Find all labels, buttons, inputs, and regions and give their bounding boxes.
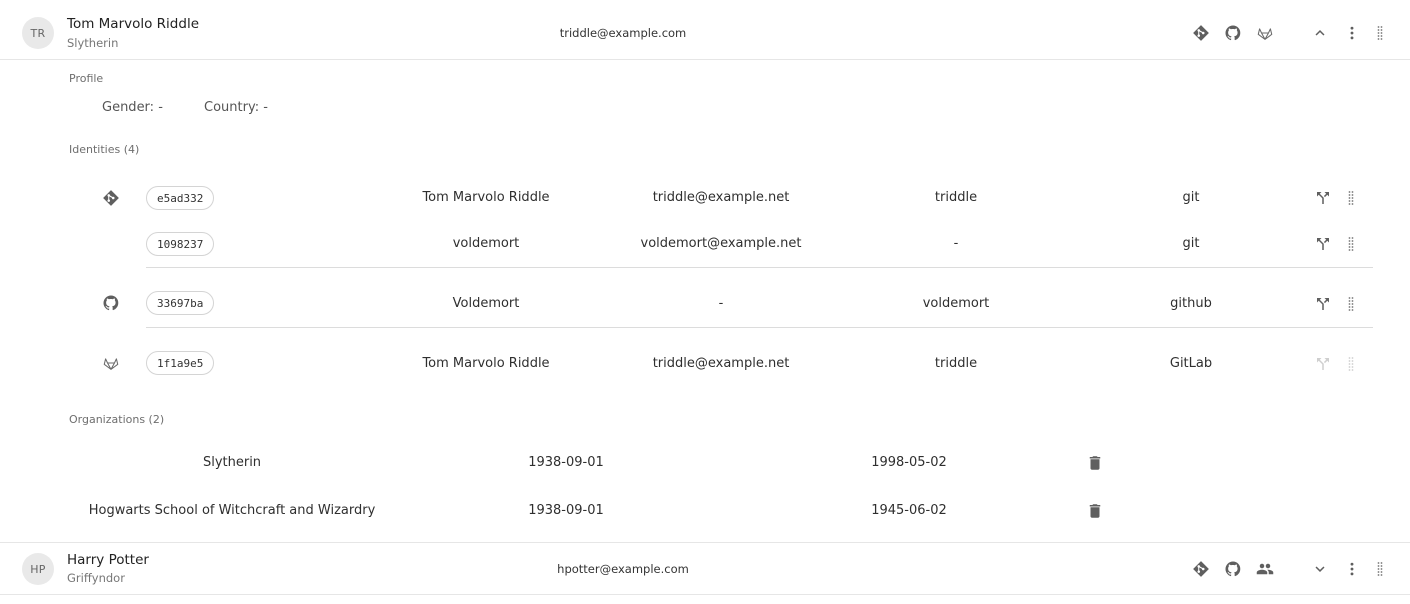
enrollment-end-date: 1945-06-02 [871,503,947,518]
identity-group-divider [146,327,1373,328]
chevron-down-icon[interactable] [1311,560,1329,578]
identity-uuid-chip: 1098237 [146,232,215,256]
individual-enrollment: Griffyndor [67,571,125,585]
identity-username: voldemort [922,296,990,311]
individual-name: Tom Marvolo Riddle [67,16,200,32]
split-icon[interactable] [1314,189,1332,207]
gitlab-icon [102,354,120,372]
individual-row-header[interactable]: TR Tom Marvolo Riddle Slytherin triddle@… [0,0,1410,58]
organization-name: Slytherin [202,455,262,470]
identity-email: - [718,296,724,311]
github-icon [1224,560,1242,578]
profile-country: Country: - [204,100,268,115]
drag-handle-icon[interactable] [1342,235,1360,253]
more-vert-icon[interactable] [1343,560,1361,578]
identity-uuid-chip: 33697ba [146,291,215,315]
identity-name: Tom Marvolo Riddle [422,356,550,371]
identity-name: voldemort [452,236,520,251]
avatar: HP [22,553,54,585]
identities-section-label: Identities (4) [69,143,140,156]
identity-name: Voldemort [452,296,520,311]
individual-email: triddle@example.com [559,26,687,40]
git-icon [1192,24,1210,42]
individual-name: Harry Potter [67,552,149,568]
identity-source: git [1182,190,1200,205]
github-icon [1224,24,1242,42]
identity-username: triddle [934,190,978,205]
drag-handle-icon[interactable] [1342,189,1360,207]
identity-source: github [1170,296,1212,311]
identity-email: voldemort@example.net [640,236,802,251]
organizations-section-label: Organizations (2) [69,413,165,426]
identity-uuid-chip: e5ad332 [146,186,215,210]
split-icon [1314,355,1332,373]
identity-source: GitLab [1169,356,1213,371]
identity-email: triddle@example.net [652,190,790,205]
divider [0,59,1410,60]
people-icon [1256,560,1274,578]
individual-enrollment: Slytherin [67,36,119,50]
identity-source: git [1182,236,1200,251]
more-vert-icon[interactable] [1343,24,1361,42]
identity-uuid-chip: 1f1a9e5 [146,351,215,375]
split-icon[interactable] [1314,235,1332,253]
enrollment-start-date: 1938-09-01 [528,455,604,470]
organization-name: Hogwarts School of Witchcraft and Wizard… [88,503,376,518]
drag-handle-icon[interactable] [1371,560,1389,578]
drag-handle-icon [1342,355,1360,373]
git-icon [102,189,120,207]
identity-username: - [953,236,959,251]
individual-row-header[interactable]: HP Harry Potter Griffyndor hpotter@examp… [0,543,1410,601]
delete-icon[interactable] [1086,502,1104,520]
github-icon [102,294,120,312]
profile-section-label: Profile [69,72,104,85]
identity-username: triddle [934,356,978,371]
individual-email: hpotter@example.com [557,562,689,576]
identity-email: triddle@example.net [652,356,790,371]
avatar: TR [22,17,54,49]
drag-handle-icon[interactable] [1342,295,1360,313]
identity-name: Tom Marvolo Riddle [422,190,550,205]
drag-handle-icon[interactable] [1371,24,1389,42]
split-icon[interactable] [1314,295,1332,313]
identity-group-divider [146,267,1373,268]
enrollment-start-date: 1938-09-01 [528,503,604,518]
chevron-up-icon[interactable] [1311,24,1329,42]
gitlab-icon [1256,24,1274,42]
divider [0,594,1410,595]
profile-gender: Gender: - [102,100,163,115]
git-icon [1192,560,1210,578]
delete-icon[interactable] [1086,454,1104,472]
enrollment-end-date: 1998-05-02 [871,455,947,470]
